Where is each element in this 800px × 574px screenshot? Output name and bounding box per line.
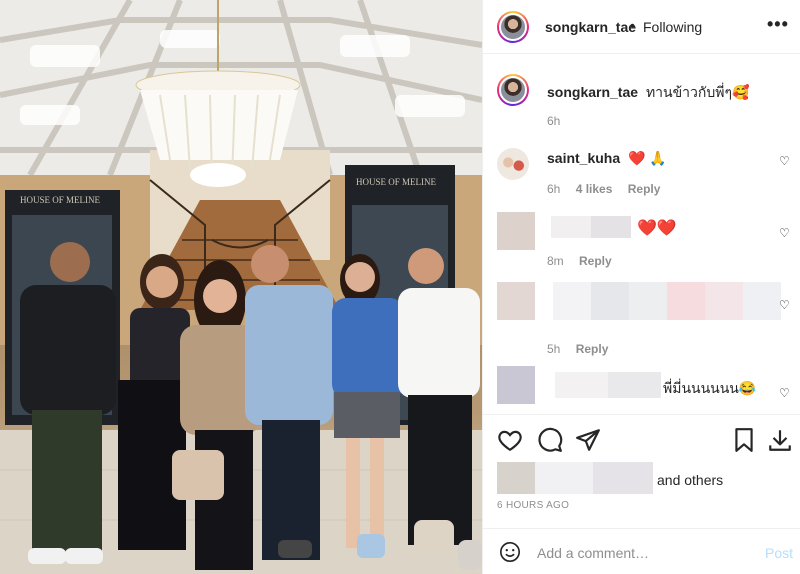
author-username[interactable]: songkarn_tae bbox=[545, 19, 636, 35]
comment-meta: 8m Reply bbox=[547, 254, 624, 268]
download-icon[interactable] bbox=[767, 427, 793, 453]
post-time-ago[interactable]: 6 HOURS AGO bbox=[497, 500, 569, 511]
commenter-avatar-blurred[interactable] bbox=[497, 212, 535, 250]
caption-time[interactable]: 6h bbox=[547, 114, 560, 128]
comment-meta: 6h 4 likes Reply bbox=[547, 182, 672, 196]
photo-scene: HOUSE OF MELINE HOUSE OF MELINE bbox=[0, 0, 482, 574]
comment-text: ❤️ 🙏 bbox=[628, 150, 667, 166]
comment-time[interactable]: 6h bbox=[547, 182, 560, 196]
caption-username[interactable]: songkarn_tae bbox=[547, 84, 638, 100]
sign-right-text: HOUSE OF MELINE bbox=[356, 177, 437, 187]
blurred-liker-names bbox=[497, 462, 653, 494]
commenter-username[interactable]: saint_kuha bbox=[547, 150, 620, 166]
add-comment-input[interactable]: Add a comment… bbox=[537, 545, 649, 561]
header-separator: • bbox=[630, 17, 635, 33]
author-avatar[interactable] bbox=[497, 11, 529, 43]
post-header: songkarn_tae • Following ••• bbox=[483, 0, 800, 54]
comment-meta: 5h Reply bbox=[547, 342, 620, 356]
share-icon[interactable] bbox=[575, 427, 601, 453]
reply-button[interactable]: Reply bbox=[576, 342, 609, 356]
blurred-username bbox=[551, 216, 631, 238]
like-comment-heart-icon[interactable]: ♡ bbox=[779, 298, 790, 312]
likes-text: and others bbox=[657, 472, 724, 488]
commenter-avatar-blurred[interactable] bbox=[497, 366, 535, 404]
reply-button[interactable]: Reply bbox=[628, 182, 661, 196]
post-photo[interactable]: HOUSE OF MELINE HOUSE OF MELINE bbox=[0, 0, 482, 574]
comment-time[interactable]: 8m bbox=[547, 254, 564, 268]
action-bar bbox=[483, 414, 800, 460]
reply-button[interactable]: Reply bbox=[579, 254, 612, 268]
emoji-icon[interactable] bbox=[499, 541, 521, 563]
save-bookmark-icon[interactable] bbox=[731, 427, 757, 453]
like-comment-heart-icon[interactable]: ♡ bbox=[779, 386, 790, 400]
more-options-icon[interactable]: ••• bbox=[767, 14, 789, 35]
commenter-avatar-blurred[interactable] bbox=[497, 282, 535, 320]
blurred-comment-text bbox=[553, 282, 781, 320]
likes-summary[interactable]: and others bbox=[497, 462, 797, 494]
blurred-username bbox=[555, 372, 661, 398]
comment-text: พี่มี่นนนนนน😂 bbox=[663, 380, 757, 396]
post-comment-button[interactable]: Post bbox=[765, 545, 793, 561]
follow-status-button[interactable]: Following bbox=[643, 19, 702, 35]
like-heart-icon[interactable] bbox=[497, 427, 523, 453]
commenter-avatar[interactable] bbox=[497, 148, 529, 180]
comment-text: ❤️❤️ bbox=[637, 220, 677, 237]
sign-left-text: HOUSE OF MELINE bbox=[20, 195, 101, 205]
comment-time[interactable]: 5h bbox=[547, 342, 560, 356]
caption-text: ทานข้าวกับพี่ๆ🥰 bbox=[645, 84, 750, 100]
like-comment-heart-icon[interactable]: ♡ bbox=[779, 154, 790, 168]
caption-avatar[interactable] bbox=[497, 74, 529, 106]
like-comment-heart-icon[interactable]: ♡ bbox=[779, 226, 790, 240]
post-panel: songkarn_tae • Following ••• songkarn_ta… bbox=[482, 0, 800, 574]
comment-icon[interactable] bbox=[537, 427, 563, 453]
comment-likes[interactable]: 4 likes bbox=[576, 182, 613, 196]
add-comment-bar: Add a comment… Post bbox=[483, 528, 800, 574]
